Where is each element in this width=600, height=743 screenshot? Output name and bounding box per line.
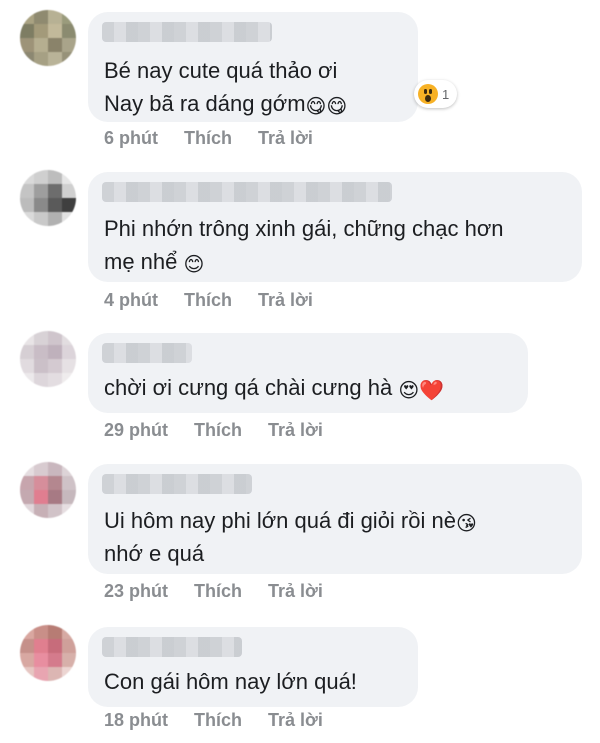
like-button[interactable]: Thích (184, 128, 232, 148)
comment-timestamp[interactable]: 4 phút (104, 290, 158, 310)
commenter-name[interactable] (102, 22, 272, 42)
comment-bubble: chời ơi cưng qá chài cưng hà 😍❤️ (88, 333, 528, 413)
like-button[interactable]: Thích (184, 290, 232, 310)
comment-text-line: Con gái hôm nay lớn quá! (104, 669, 357, 694)
comment-text-line: Phi nhớn trông xinh gái, chững chạc hơn (104, 216, 504, 241)
comment-text-line: mẹ nhể (104, 249, 178, 274)
comment-timestamp[interactable]: 29 phút (104, 420, 168, 440)
commenter-name[interactable] (102, 343, 192, 363)
avatar[interactable] (20, 331, 76, 387)
reply-button[interactable]: Trả lời (258, 128, 313, 148)
like-button[interactable]: Thích (194, 710, 242, 730)
comment-text-line: Bé nay cute quá thảo ơi (104, 58, 338, 83)
comment-text-line: Nay bã ra dáng gớm (104, 91, 306, 116)
avatar[interactable] (20, 625, 76, 681)
reply-button[interactable]: Trả lời (258, 290, 313, 310)
comment-actions: 23 phút Thích Trả lời (104, 581, 349, 602)
comment-text-line: Ui hôm nay phi lớn quá đi giỏi rồi nè (104, 508, 456, 533)
kiss-emoji-icon: 😘 (455, 513, 477, 535)
comment-actions: 18 phút Thích Trả lời (104, 710, 349, 731)
comment-actions: 4 phút Thích Trả lời (104, 290, 339, 311)
commenter-name[interactable] (102, 637, 242, 657)
comment-timestamp[interactable]: 6 phút (104, 128, 158, 148)
comment-text-line: nhớ e quá (104, 541, 205, 566)
avatar[interactable] (20, 10, 76, 66)
comment-bubble: Ui hôm nay phi lớn quá đi giỏi rồi nè😘 n… (88, 464, 582, 574)
reply-button[interactable]: Trả lời (268, 710, 323, 730)
reaction-count: 1 (442, 86, 450, 102)
avatar[interactable] (20, 170, 76, 226)
smiling-emoji-icon: 😊 (183, 254, 205, 276)
reply-button[interactable]: Trả lời (268, 581, 323, 601)
comment-bubble: Con gái hôm nay lớn quá! (88, 627, 418, 707)
comment-actions: 6 phút Thích Trả lời (104, 128, 339, 149)
commenter-name[interactable] (102, 474, 252, 494)
comment-bubble: Phi nhớn trông xinh gái, chững chạc hơn … (88, 172, 582, 282)
comment-timestamp[interactable]: 23 phút (104, 581, 168, 601)
reply-button[interactable]: Trả lời (268, 420, 323, 440)
heart-eyes-emoji-icon: 😍❤️ (398, 380, 445, 402)
comment-actions: 29 phút Thích Trả lời (104, 420, 349, 441)
like-button[interactable]: Thích (194, 420, 242, 440)
wow-reaction-icon (418, 84, 438, 104)
yum-emoji-icon: 😋😋 (305, 96, 348, 118)
commenter-name[interactable] (102, 182, 392, 202)
like-button[interactable]: Thích (194, 581, 242, 601)
reaction-count-badge[interactable]: 1 (414, 80, 458, 108)
comment-timestamp[interactable]: 18 phút (104, 710, 168, 730)
comment-bubble: Bé nay cute quá thảo ơi Nay bã ra dáng g… (88, 12, 418, 122)
avatar[interactable] (20, 462, 76, 518)
comment-text-line: chời ơi cưng qá chài cưng hà (104, 375, 393, 400)
